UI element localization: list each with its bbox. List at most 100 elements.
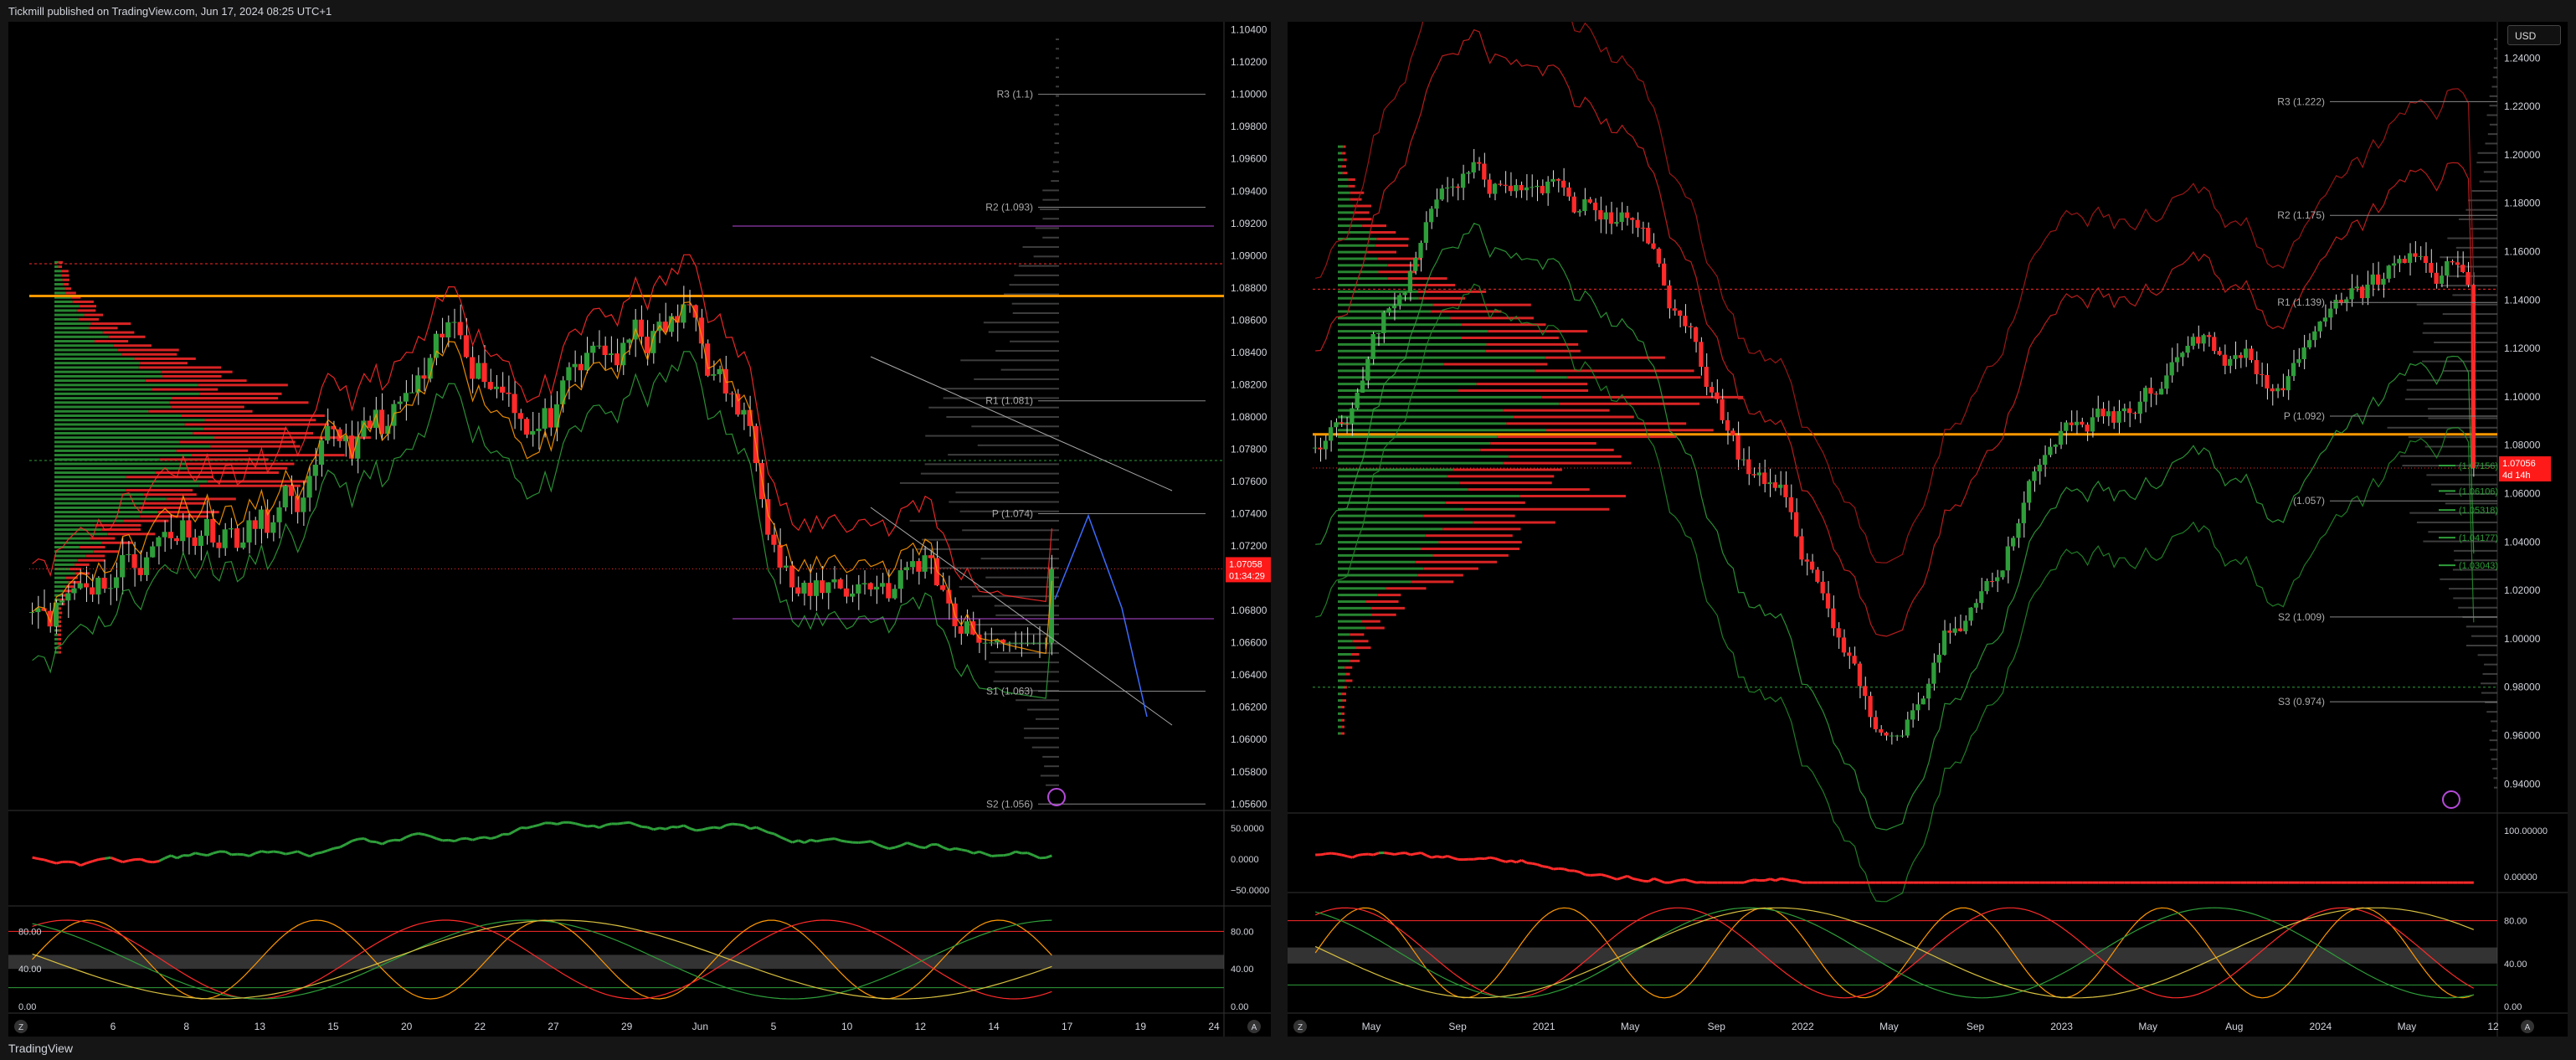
stochastic-midband	[1288, 947, 2497, 964]
volume-profile-bar-down	[61, 270, 69, 273]
candle-body	[1931, 662, 1936, 684]
candle-body	[1598, 210, 1603, 220]
volume-profile-bar-down	[85, 554, 105, 558]
oscillator-segment	[581, 824, 588, 828]
candle-body	[240, 542, 246, 548]
candle-body	[1740, 459, 1746, 461]
volume-profile-bar-up	[54, 322, 91, 326]
candle-body	[2471, 285, 2476, 469]
panel-separator[interactable]	[1271, 22, 1288, 1037]
oscillator-segment	[1442, 854, 1448, 859]
volume-profile-bar-up	[54, 563, 75, 566]
oscillator-segment	[249, 852, 256, 857]
oscillator-segment	[194, 852, 202, 856]
stochastic-tick-left: 80.00	[18, 927, 42, 937]
oscillator-segment	[435, 837, 444, 842]
volume-profile-bar-up	[1338, 507, 1464, 511]
candle-body	[203, 518, 210, 536]
candle-body	[1535, 185, 1540, 188]
oscillator-segment	[749, 826, 757, 831]
volume-profile-bar-up	[54, 462, 186, 466]
candle-body	[813, 580, 819, 596]
footer: TradingView	[0, 1037, 2576, 1060]
oscillator-segment	[1526, 862, 1533, 865]
volume-profile-bar-up	[1338, 402, 1560, 405]
candle-body	[1793, 512, 1799, 537]
left-chart-canvas[interactable]: 1.10400 1.10200 1.10000 1.09800 1.09600 1.094…	[8, 22, 1271, 1037]
session-profile-bar	[1010, 340, 1059, 342]
oscillator-segment	[1632, 877, 1638, 882]
candle-body	[1767, 482, 1772, 485]
volume-profile-bar-up	[54, 409, 149, 413]
candle-body	[2042, 455, 2048, 466]
candle-body	[1508, 185, 1514, 192]
candle-body	[258, 509, 265, 529]
oscillator-segment	[1690, 879, 1697, 884]
volume-profile-bar-down	[1443, 363, 1548, 366]
candle-body	[2021, 502, 2026, 523]
left-chart-panel[interactable]: 1.10400 1.10200 1.10000 1.09800 1.09600 1.094…	[8, 22, 1271, 1037]
candle-body	[958, 625, 964, 634]
session-profile-bar	[924, 463, 1059, 466]
session-profile-bar	[1042, 198, 1059, 201]
oscillator-segment	[1026, 852, 1035, 857]
volume-profile-bar-up	[1338, 501, 1446, 504]
volume-profile-bar-down	[199, 392, 282, 395]
oscillator-segment	[641, 825, 648, 829]
candle-body	[2169, 362, 2174, 376]
session-profile-bar	[2471, 190, 2497, 192]
candle-body	[131, 553, 137, 569]
session-profile-bar	[2407, 379, 2497, 382]
volume-profile-bar-up	[1338, 548, 1421, 550]
oscillator-segment	[599, 824, 606, 829]
oscillator-segment	[551, 821, 558, 826]
candle-body	[1667, 285, 1672, 309]
stochastic-tick-right: 0.00	[1231, 1002, 1248, 1012]
oscillator-segment	[949, 846, 956, 852]
volume-profile-bar-down	[1352, 640, 1369, 643]
session-profile-bar	[2481, 692, 2497, 694]
session-profile-bar	[1056, 66, 1059, 69]
price-tick-label: 1.12000	[2504, 342, 2541, 354]
pivot-label: P (1.074)	[992, 508, 1033, 520]
oscillator-segment	[1574, 869, 1581, 874]
currency-selector[interactable]: USD	[2507, 25, 2561, 45]
envelope-band-line	[1315, 28, 2475, 637]
session-profile-bar	[1054, 152, 1059, 154]
volume-profile-bar-up	[1338, 303, 1433, 306]
oscillator-segment	[1410, 852, 1417, 857]
volume-profile-bar-up	[1338, 718, 1341, 722]
volume-profile-bar-up	[54, 340, 95, 343]
volume-profile-bar-up	[54, 278, 63, 281]
candle-body	[548, 408, 553, 428]
volume-profile-bar-up	[1338, 640, 1353, 643]
volume-profile-bar-down	[77, 558, 105, 562]
oscillator-segment	[1373, 852, 1380, 857]
volume-profile-bar-up	[1338, 244, 1375, 247]
candle-body	[506, 392, 512, 394]
volume-profile-bar-down	[182, 414, 325, 417]
z-button-label: Z	[1298, 1023, 1303, 1032]
volume-profile-bar-down	[1480, 448, 1614, 451]
candle-body	[1635, 219, 1640, 229]
oscillator-segment	[894, 844, 902, 849]
right-chart-canvas[interactable]: 1.24000 1.22000 1.20000 1.18000 1.16000 1.140…	[1288, 22, 2568, 1037]
candle-body	[2275, 388, 2280, 392]
price-tick-label: 1.22000	[2504, 100, 2541, 112]
right-chart-panel[interactable]: 1.24000 1.22000 1.20000 1.18000 1.16000 1.140…	[1288, 22, 2568, 1037]
oscillator-segment	[1320, 852, 1327, 857]
candle-body	[717, 368, 722, 374]
volume-profile-bar-up	[54, 537, 90, 540]
volume-profile-bar-up	[1338, 198, 1350, 201]
candle-body	[645, 337, 650, 353]
oscillator-segment	[448, 838, 455, 843]
candle-body	[1334, 422, 1339, 428]
oscillator-segment	[170, 854, 178, 860]
bolt-icon[interactable]	[2442, 790, 2460, 809]
session-profile-bar	[2485, 142, 2497, 145]
candle-body	[1540, 185, 1545, 193]
volume-profile-bar-down	[1453, 468, 1562, 471]
bolt-icon[interactable]	[1047, 788, 1066, 806]
pivot-label: R3 (1.222)	[2277, 95, 2325, 107]
volume-profile-bar-up	[54, 554, 86, 558]
